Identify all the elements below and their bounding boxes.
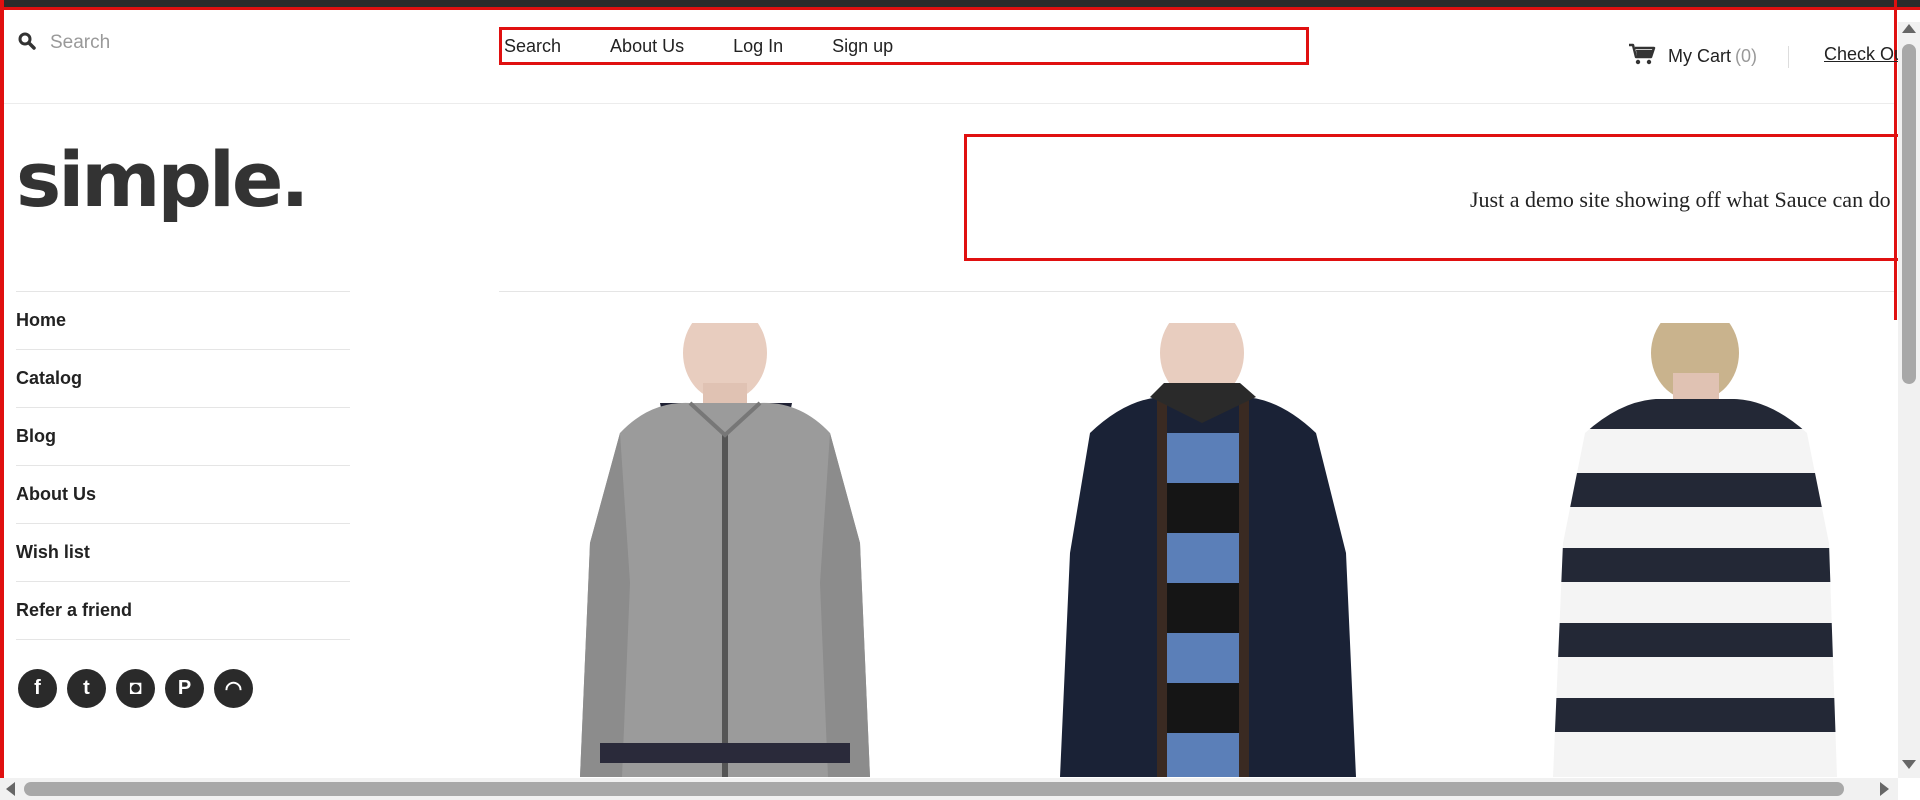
search-input[interactable] xyxy=(50,32,300,54)
site-logo[interactable]: simple. xyxy=(16,142,309,218)
pinterest-icon[interactable]: P xyxy=(165,669,204,708)
horizontal-scroll-thumb[interactable] xyxy=(24,782,1844,796)
scroll-right-arrow-icon[interactable] xyxy=(1880,782,1889,796)
facebook-icon[interactable]: f xyxy=(18,669,57,708)
top-nav-about-link[interactable]: About Us xyxy=(610,36,684,57)
tagline-banner: Just a demo site showing off what Sauce … xyxy=(964,134,1899,261)
side-menu-item-refer[interactable]: Refer a friend xyxy=(16,582,350,640)
browser-top-bar xyxy=(0,0,1920,10)
social-links: f t ◘ P ◠ xyxy=(18,669,253,708)
header-divider xyxy=(1788,46,1789,68)
search-icon xyxy=(18,32,36,55)
scroll-down-arrow-icon[interactable] xyxy=(1902,760,1916,769)
header-rule xyxy=(4,103,1894,104)
cart-icon xyxy=(1628,42,1668,71)
my-cart-link[interactable]: My Cart (0) xyxy=(1628,42,1757,71)
side-menu-item-about[interactable]: About Us xyxy=(16,466,350,524)
top-nav: Search About Us Log In Sign up xyxy=(499,27,1309,65)
search-bar[interactable] xyxy=(18,26,318,60)
vertical-scroll-thumb[interactable] xyxy=(1902,44,1916,384)
scroll-up-arrow-icon[interactable] xyxy=(1902,24,1916,33)
top-nav-signup-link[interactable]: Sign up xyxy=(832,36,893,57)
product-image-grey-jacket[interactable] xyxy=(560,323,890,777)
top-nav-search-link[interactable]: Search xyxy=(504,36,561,57)
side-menu-item-wishlist[interactable]: Wish list xyxy=(16,524,350,582)
product-image-striped-sweater[interactable] xyxy=(1545,323,1845,777)
cart-label: My Cart xyxy=(1668,46,1731,66)
cart-count: (0) xyxy=(1735,46,1757,66)
side-menu: Home Catalog Blog About Us Wish list Ref… xyxy=(16,291,350,640)
top-nav-login-link[interactable]: Log In xyxy=(733,36,783,57)
side-menu-item-blog[interactable]: Blog xyxy=(16,408,350,466)
scroll-left-arrow-icon[interactable] xyxy=(6,782,15,796)
tagline-text: Just a demo site showing off what Sauce … xyxy=(1470,187,1891,212)
rss-icon[interactable]: ◠ xyxy=(214,669,253,708)
content-rule xyxy=(499,291,1894,292)
side-menu-item-home[interactable]: Home xyxy=(16,292,350,350)
checkout-link[interactable]: Check Out xyxy=(1824,44,1909,65)
instagram-icon[interactable]: ◘ xyxy=(116,669,155,708)
highlight-left-edge xyxy=(0,0,4,800)
product-image-navy-jacket[interactable] xyxy=(1040,323,1380,777)
twitter-icon[interactable]: t xyxy=(67,669,106,708)
side-menu-item-catalog[interactable]: Catalog xyxy=(16,350,350,408)
